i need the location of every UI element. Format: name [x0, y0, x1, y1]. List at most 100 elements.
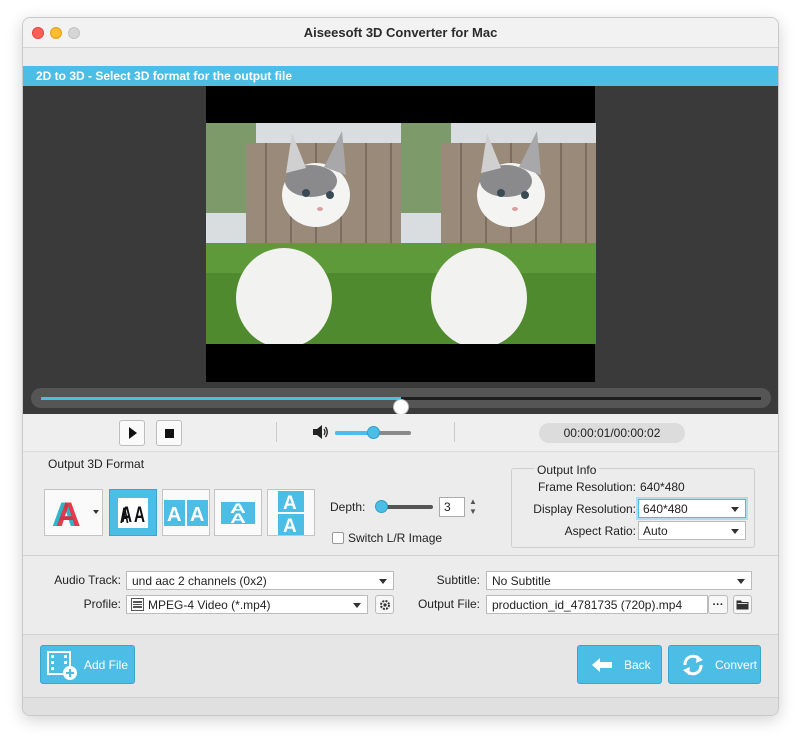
video-preview-right — [401, 123, 596, 344]
chevron-down-icon[interactable] — [731, 507, 739, 512]
audio-track-value: und aac 2 channels (0x2) — [132, 574, 267, 588]
seek-bar-area — [23, 382, 778, 415]
format-anaglyph-button[interactable]: A A — [44, 489, 103, 536]
svg-text:A: A — [283, 493, 297, 514]
output-file-input[interactable]: production_id_4781735 (720p).mp4 — [486, 595, 708, 614]
convert-button[interactable]: Convert — [668, 645, 761, 684]
chevron-up-icon[interactable]: ▲ — [467, 497, 479, 507]
seek-bar[interactable] — [31, 388, 771, 415]
format-side-by-side-half-button[interactable]: A A A — [109, 489, 157, 536]
svg-text:A: A — [134, 502, 145, 527]
mpeg-file-icon — [131, 598, 144, 611]
chevron-down-icon — [731, 529, 739, 534]
frame-resolution-label: Frame Resolution: — [537, 480, 636, 494]
svg-text:A: A — [56, 496, 81, 531]
svg-text:A: A — [121, 502, 132, 527]
window-title: Aiseesoft 3D Converter for Mac — [303, 25, 498, 40]
aspect-ratio-row: Aspect Ratio: Auto — [512, 521, 754, 541]
depth-input[interactable]: 3 — [439, 497, 465, 517]
convert-icon — [683, 654, 703, 675]
format-top-bottom-half-button[interactable]: A A — [214, 489, 262, 536]
video-preview-left — [206, 123, 401, 344]
gear-icon — [379, 599, 390, 610]
open-folder-button[interactable] — [733, 595, 752, 614]
chevron-down-icon[interactable]: ▼ — [467, 507, 479, 517]
svg-text:A: A — [283, 516, 297, 535]
title-bar: Aiseesoft 3D Converter for Mac — [23, 18, 778, 48]
aspect-ratio-select[interactable]: Auto — [638, 521, 746, 540]
format-side-by-side-full-button[interactable]: A A — [162, 489, 210, 536]
display-resolution-combo[interactable]: 640*480 — [638, 499, 746, 518]
instruction-banner: 2D to 3D - Select 3D format for the outp… — [23, 66, 778, 86]
switch-lr-label: Switch L/R Image — [348, 531, 443, 545]
seek-handle[interactable] — [393, 399, 409, 415]
add-file-button[interactable]: Add File — [40, 645, 135, 684]
frame-resolution-value: 640*480 — [640, 480, 685, 494]
volume-handle[interactable] — [367, 426, 380, 439]
output-settings-panel: Audio Track: und aac 2 channels (0x2) Pr… — [23, 556, 778, 635]
subtitle-label: Subtitle: — [436, 573, 480, 587]
anaglyph-icon: A A — [52, 496, 99, 531]
play-button[interactable] — [119, 420, 145, 446]
aspect-ratio-label: Aspect Ratio: — [564, 524, 636, 538]
top-bottom-full-icon: A A — [278, 490, 304, 535]
seek-line — [41, 397, 761, 415]
folder-icon — [736, 600, 749, 610]
divider — [276, 422, 277, 442]
status-strip — [23, 697, 778, 715]
bottom-action-bar: Add File Back Convert — [23, 635, 778, 715]
chevron-down-icon — [353, 603, 361, 608]
video-frame — [206, 86, 596, 382]
add-file-label: Add File — [84, 657, 129, 672]
divider — [454, 422, 455, 442]
svg-text:A: A — [230, 510, 246, 526]
profile-settings-button[interactable] — [375, 595, 394, 614]
subtitle-select[interactable]: No Subtitle — [486, 571, 752, 590]
chevron-down-icon — [379, 579, 387, 584]
frame-resolution-row: Frame Resolution: 640*480 — [512, 477, 754, 497]
output-info-box: Output Info Frame Resolution: 640*480 Di… — [511, 463, 755, 548]
display-resolution-label: Display Resolution: — [533, 502, 636, 516]
time-display: 00:00:01/00:00:02 — [539, 423, 685, 443]
audio-track-label: Audio Track: — [54, 573, 121, 587]
play-icon — [129, 427, 137, 439]
volume-icon[interactable] — [313, 425, 329, 439]
output-3d-format-panel: Output 3D Format A A A A A A A A A A A D… — [23, 452, 778, 556]
aspect-ratio-value: Auto — [643, 524, 668, 538]
stop-button[interactable] — [156, 420, 182, 446]
side-by-side-half-icon: A A A — [118, 497, 148, 528]
side-by-side-full-icon: A A — [164, 499, 208, 526]
profile-label: Profile: — [83, 597, 121, 611]
video-preview-area — [23, 86, 778, 382]
output-file-value: production_id_4781735 (720p).mp4 — [492, 598, 683, 612]
back-label: Back — [624, 657, 651, 672]
playback-controls: 00:00:01/00:00:02 — [23, 414, 778, 452]
audio-track-select[interactable]: und aac 2 channels (0x2) — [126, 571, 394, 590]
profile-value: MPEG-4 Video (*.mp4) — [148, 598, 271, 612]
display-resolution-value[interactable]: 640*480 — [643, 502, 688, 516]
convert-label: Convert — [715, 657, 758, 672]
depth-handle[interactable] — [375, 500, 388, 513]
output-info-title: Output Info — [534, 463, 600, 477]
seek-progress — [41, 397, 401, 400]
back-button[interactable]: Back — [577, 645, 662, 684]
arrow-left-icon — [592, 657, 612, 672]
subtitle-value: No Subtitle — [492, 574, 551, 588]
stop-icon — [164, 428, 174, 438]
app-window: Aiseesoft 3D Converter for Mac 2D to 3D … — [22, 17, 779, 716]
section-label-output-3d-format: Output 3D Format — [48, 457, 145, 471]
output-file-label: Output File: — [417, 597, 480, 611]
profile-select[interactable]: MPEG-4 Video (*.mp4) — [126, 595, 368, 614]
switch-lr-checkbox[interactable] — [332, 532, 344, 544]
add-file-icon — [47, 650, 77, 680]
svg-text:A: A — [167, 504, 181, 526]
chevron-down-icon — [737, 579, 745, 584]
format-top-bottom-full-button[interactable]: A A — [267, 489, 315, 536]
depth-slider[interactable] — [375, 500, 433, 513]
display-resolution-row: Display Resolution: 640*480 — [512, 499, 754, 519]
depth-stepper[interactable]: ▲ ▼ — [467, 497, 479, 517]
volume-slider[interactable] — [335, 426, 411, 439]
svg-text:A: A — [190, 504, 204, 526]
output-file-options-button[interactable]: ··· — [708, 595, 728, 614]
top-bottom-half-icon: A A — [221, 500, 255, 526]
